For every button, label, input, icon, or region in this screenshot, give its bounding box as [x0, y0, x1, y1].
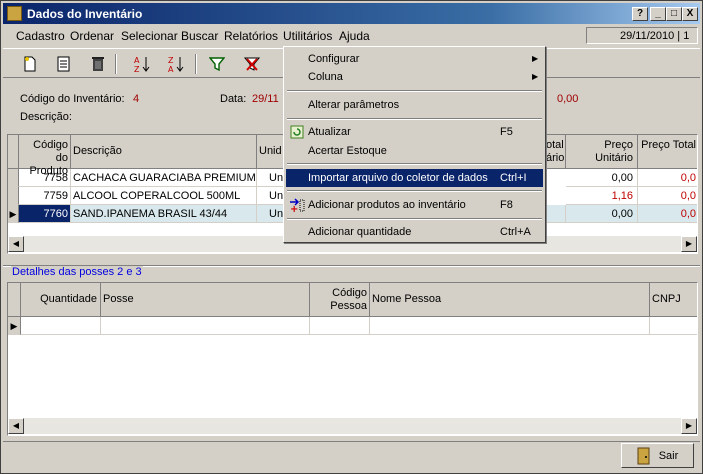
edit-icon[interactable] [53, 53, 75, 75]
menu-relatorios[interactable]: Relatórios [224, 29, 278, 43]
menu-cadastro[interactable]: Cadastro [16, 29, 65, 43]
header-descricao[interactable]: Descrição [71, 135, 257, 169]
date-display: 29/11/2010 | 1 [586, 27, 698, 44]
menu-item-adicionar-produtos[interactable]: + Adicionar produtos ao inventário F8 [286, 196, 543, 214]
menu-ordenar[interactable]: Ordenar [70, 29, 114, 43]
header-quantidade[interactable]: Quantidade [21, 283, 101, 317]
exit-door-icon [637, 447, 650, 464]
cell-quantidade[interactable] [21, 317, 101, 335]
refresh-icon [290, 125, 304, 139]
menu-item-importar-coletor[interactable]: Importar arquivo do coletor de dados Ctr… [286, 169, 543, 187]
svg-text:+: + [290, 204, 298, 212]
sort-az-icon[interactable]: AZ [131, 53, 153, 75]
cell-preco-total[interactable]: 0,0 [638, 205, 697, 223]
header-cnpj[interactable]: CNPJ [650, 283, 697, 317]
cell-codigo[interactable]: 7759 [19, 187, 71, 205]
header-codigo[interactable]: Código do Produto [19, 135, 71, 177]
header-qtd-total[interactable]: otal ário [546, 135, 566, 169]
menu-utilitarios[interactable]: Utilitários [283, 29, 332, 43]
scroll-right-icon[interactable]: ▶ [681, 418, 697, 434]
header-preco-unitario[interactable]: Preço Unitário [566, 135, 638, 169]
cell-codigo[interactable]: 7760 [19, 205, 71, 223]
inventory-window: Dados do Inventário ? _ □ X Cadastro Ord… [0, 0, 703, 474]
close-button[interactable]: X [682, 7, 698, 21]
menu-item-atualizar[interactable]: Atualizar F5 [286, 123, 543, 141]
data-value: 29/11 [252, 93, 279, 105]
submenu-arrow-icon: ▶ [532, 54, 539, 63]
maximize-button[interactable]: □ [666, 7, 682, 21]
row-indicator-header [8, 135, 19, 169]
grid2-horizontal-scrollbar[interactable]: ◀ ▶ [8, 418, 697, 434]
svg-text:Z: Z [168, 56, 174, 65]
menu-item-acertar-estoque[interactable]: Acertar Estoque [286, 142, 543, 160]
svg-text:Z: Z [134, 65, 140, 73]
help-button[interactable]: ? [632, 7, 648, 21]
codigo-label: Código do Inventário: [20, 93, 125, 105]
header-nome-pessoa[interactable]: Nome Pessoa [370, 283, 650, 317]
add-products-icon: + [290, 198, 305, 212]
codigo-value: 4 [133, 93, 140, 105]
cell-descricao[interactable]: SAND.IPANEMA BRASIL 43/44 [71, 205, 257, 223]
svg-text:A: A [134, 56, 140, 65]
filter-icon[interactable] [206, 53, 228, 75]
header-codigo-pessoa[interactable]: Código Pessoa [310, 283, 370, 317]
menu-item-alterar-parametros[interactable]: Alterar parâmetros [286, 96, 543, 114]
extra-value: 0,00 [557, 93, 579, 105]
scroll-left-icon[interactable]: ◀ [8, 236, 24, 252]
details-group-title: Detalhes das posses 2 e 3 [11, 266, 143, 278]
cell-preco-unitario[interactable]: 0,00 [566, 169, 638, 187]
delete-icon[interactable] [87, 53, 109, 75]
sort-za-icon[interactable]: ZA [165, 53, 187, 75]
sair-label: Sair [658, 449, 679, 462]
cell-codigo[interactable]: 7758 [19, 169, 71, 187]
title-bar[interactable]: Dados do Inventário ? _ □ X [3, 3, 700, 24]
cell-posse[interactable] [101, 317, 310, 335]
menu-selecionar[interactable]: Selecionar [121, 29, 178, 43]
cell-preco-unitario[interactable]: 0,00 [566, 205, 638, 223]
app-icon [7, 6, 22, 21]
menu-item-coluna[interactable]: Coluna ▶ [286, 68, 543, 86]
window-title: Dados do Inventário [27, 7, 143, 21]
menu-ajuda[interactable]: Ajuda [339, 29, 370, 43]
cell-preco-total[interactable]: 0,0 [638, 187, 697, 205]
clear-filter-icon[interactable] [241, 53, 263, 75]
cell-descricao[interactable]: CACHACA GUARACIABA PREMIUM 70 [71, 169, 257, 187]
scroll-left-icon[interactable]: ◀ [8, 418, 24, 434]
row-pointer-icon: ▶ [8, 205, 19, 223]
menu-item-adicionar-quantidade[interactable]: Adicionar quantidade Ctrl+A [286, 223, 543, 241]
submenu-arrow-icon: ▶ [532, 72, 539, 81]
cell-preco-total[interactable]: 0,0 [638, 169, 697, 187]
data-label: Data: [220, 93, 247, 105]
header-preco-total[interactable]: Preço Total [638, 135, 697, 169]
menu-item-configurar[interactable]: Configurar ▶ [286, 50, 543, 68]
scroll-right-icon[interactable]: ▶ [681, 236, 697, 252]
minimize-button[interactable]: _ [650, 7, 666, 21]
cell-codigo-pessoa[interactable] [310, 317, 370, 335]
cell-descricao[interactable]: ALCOOL COPERALCOOL 500ML [71, 187, 257, 205]
utilitarios-dropdown: Configurar ▶ Coluna ▶ Alterar parâmetros… [283, 46, 546, 243]
sair-button[interactable]: Sair [621, 443, 694, 468]
descricao-label: Descrição: [20, 111, 72, 123]
svg-text:A: A [168, 65, 174, 73]
details-grid[interactable]: Quantidade Posse Código Pessoa Nome Pess… [7, 282, 698, 436]
header-posse[interactable]: Posse [101, 283, 310, 317]
cell-preco-unitario[interactable]: 1,16 [566, 187, 638, 205]
row-pointer-icon: ▶ [8, 317, 21, 335]
cell-cnpj[interactable] [650, 317, 697, 335]
new-icon[interactable] [19, 53, 41, 75]
menu-buscar[interactable]: Buscar [181, 29, 218, 43]
cell-nome-pessoa[interactable] [370, 317, 650, 335]
